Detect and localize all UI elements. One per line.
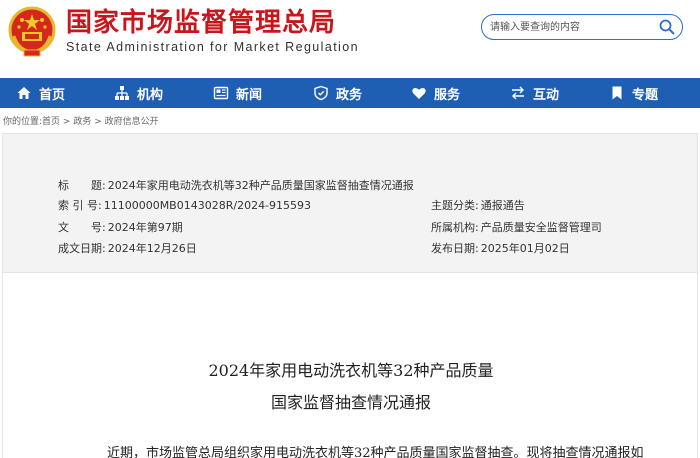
- main-nav: 首页 机构 新闻 政务 服务 互动 专题: [0, 78, 700, 108]
- nav-item-news[interactable]: 新闻: [213, 78, 262, 108]
- info-row-title: 标 题: 2024年家用电动洗衣机等32种产品质量国家监督抽查情况通报: [58, 177, 414, 193]
- search-box: [481, 14, 683, 40]
- breadcrumb-separator: >: [91, 117, 105, 127]
- info-row-org: 所属机构: 产品质量安全监督管理司: [431, 219, 602, 235]
- nav-item-home[interactable]: 首页: [16, 78, 65, 108]
- nav-item-label: 服务: [434, 87, 461, 103]
- breadcrumb-prefix: 你的位置:: [3, 117, 43, 127]
- info-value-publish-date: 2025年01月02日: [480, 242, 570, 255]
- info-row-date: 成文日期: 2024年12月26日: [58, 240, 197, 256]
- article: 2024年家用电动洗衣机等32种产品质量 国家监督抽查情况通报 近期，市场监管总…: [2, 273, 698, 458]
- breadcrumb-item-home[interactable]: 首页: [42, 117, 60, 127]
- nav-item-label: 机构: [137, 87, 164, 103]
- info-row-category: 主题分类: 通报通告: [431, 197, 525, 213]
- article-title-line-1: 2024年家用电动洗衣机等32种产品质量: [208, 361, 494, 380]
- breadcrumb-separator: >: [60, 117, 74, 127]
- nav-item-label: 政务: [336, 87, 363, 103]
- heart-icon: [412, 88, 426, 99]
- info-row-publish-date: 发布日期: 2025年01月02日: [431, 240, 570, 256]
- breadcrumb-item-disclosure[interactable]: 政府信息公开: [105, 117, 159, 127]
- info-label-category: 主题分类:: [431, 199, 479, 212]
- info-row-index: 索 引 号: 11100000MB0143028R/2024-915593: [58, 197, 311, 213]
- nav-item-affairs[interactable]: 政务: [313, 78, 362, 108]
- search-input[interactable]: [490, 18, 650, 36]
- exchange-arrows-icon: [512, 86, 524, 100]
- nav-item-interact[interactable]: 互动: [510, 78, 559, 108]
- nav-item-label: 新闻: [236, 87, 263, 103]
- site-subtitle: State Administration for Market Regulati…: [66, 40, 359, 54]
- info-label-index: 索 引 号:: [58, 199, 102, 212]
- newspaper-icon: [213, 86, 229, 100]
- nav-item-label: 互动: [533, 87, 560, 103]
- breadcrumb-item-affairs[interactable]: 政务: [73, 117, 91, 127]
- info-label-publish-date: 发布日期:: [431, 242, 479, 255]
- home-icon: [17, 87, 31, 99]
- site-header: 国家市场监督管理总局 State Administration for Mark…: [0, 0, 700, 78]
- info-label-org: 所属机构:: [431, 221, 479, 234]
- site-title[interactable]: 国家市场监督管理总局: [66, 6, 336, 40]
- info-value-date: 2024年12月26日: [107, 242, 197, 255]
- nav-item-label: 专题: [632, 87, 659, 103]
- nav-item-service[interactable]: 服务: [411, 78, 460, 108]
- info-value-doc-number: 2024年第97期: [107, 221, 183, 234]
- info-label-doc-number: 文 号:: [58, 221, 106, 234]
- search-icon[interactable]: [658, 18, 676, 36]
- shield-icon: [314, 85, 328, 101]
- info-value-title: 2024年家用电动洗衣机等32种产品质量国家监督抽查情况通报: [107, 179, 414, 192]
- info-row-doc-number: 文 号: 2024年第97期: [58, 219, 183, 235]
- article-title-line-2: 国家监督抽查情况通报: [270, 393, 431, 412]
- info-label-date: 成文日期:: [58, 242, 106, 255]
- bookmark-icon: [612, 86, 622, 100]
- nav-item-topics[interactable]: 专题: [609, 78, 658, 108]
- nav-item-org[interactable]: 机构: [114, 78, 163, 108]
- info-value-category: 通报通告: [480, 199, 525, 212]
- info-value-org: 产品质量安全监督管理司: [480, 221, 602, 234]
- nav-item-label: 首页: [39, 87, 66, 103]
- org-chart-icon: [115, 86, 129, 100]
- document-info-panel: 标 题: 2024年家用电动洗衣机等32种产品质量国家监督抽查情况通报 索 引 号…: [2, 133, 698, 273]
- info-value-index: 11100000MB0143028R/2024-915593: [103, 199, 312, 212]
- info-label-title: 标 题:: [58, 179, 106, 192]
- national-emblem-icon[interactable]: [8, 6, 56, 58]
- breadcrumb: 你的位置:首页 > 政务 > 政府信息公开: [3, 114, 159, 127]
- article-body-paragraph: 近期，市场监管总局组织家用电动洗衣机等32种产品质量国家监督抽查。现将抽查情况通…: [107, 446, 644, 458]
